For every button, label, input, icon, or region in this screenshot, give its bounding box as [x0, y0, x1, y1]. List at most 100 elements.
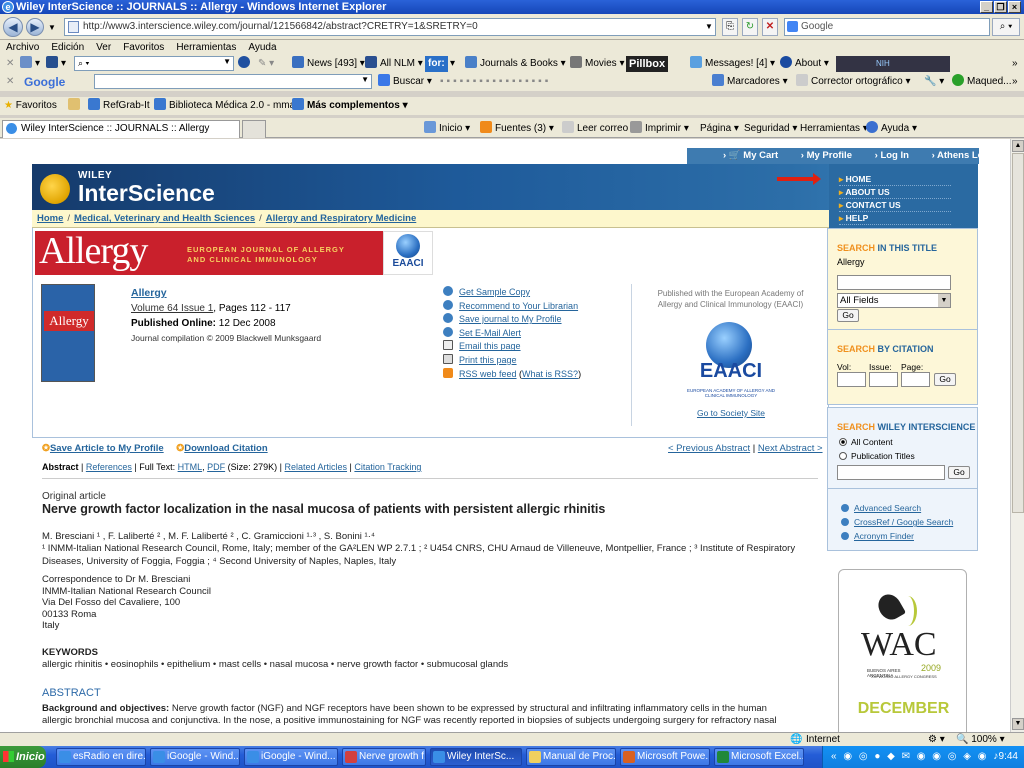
cmd-ayuda[interactable]: Ayuda ▾ — [866, 121, 917, 136]
crumb-allergy-resp[interactable]: Allergy and Respiratory Medicine — [266, 213, 416, 224]
cmd-fuentes[interactable]: Fuentes (3) ▾ — [480, 121, 554, 136]
crossref-link[interactable]: CrossRef / Google Search — [854, 517, 953, 527]
tb2-overflow-icon[interactable]: » — [1012, 74, 1018, 90]
forward-button[interactable]: ▶ — [26, 18, 44, 36]
what-is-rss[interactable]: What is RSS? — [522, 369, 578, 379]
recommend-librarian[interactable]: Recommend to Your Librarian — [459, 301, 578, 311]
search-button[interactable]: ⌕ ▾ — [992, 18, 1020, 36]
cmd-imprimir[interactable]: Imprimir ▾ — [630, 121, 689, 136]
download-citation-link[interactable]: Download Citation — [184, 443, 267, 454]
next-abstract[interactable]: Next Abstract > — [758, 443, 823, 454]
wac-advertisement[interactable]: WAC BUENOS AIRES ARGENTINA 2009 XXI WORL… — [838, 569, 967, 732]
tb-messages[interactable]: Messages! [4] ▾ — [690, 56, 775, 72]
address-bar[interactable]: http://www3.interscience.wiley.com/journ… — [64, 18, 716, 36]
google-tool-icons[interactable]: ▪▪▪▪▪▪▪▪▪▪▪▪▪▪▪▪▪ — [440, 74, 551, 90]
acronym-link[interactable]: Acronym Finder — [854, 531, 914, 541]
related-articles[interactable]: Related Articles — [285, 462, 348, 472]
task-igoogle-2[interactable]: iGoogle - Wind... — [244, 748, 338, 766]
menu-ayuda[interactable]: Ayuda — [242, 40, 282, 53]
volume-link[interactable]: Volume 64 Issue 1 — [131, 303, 213, 314]
task-nerve-growth[interactable]: Nerve growth f... — [342, 748, 426, 766]
tb-pillbox[interactable]: Pillbox — [626, 56, 669, 72]
fav-refgrab[interactable]: RefGrab-It — [88, 98, 150, 114]
google-corrector[interactable]: Corrector ortográfico ▾ — [796, 74, 911, 90]
citation-page-input[interactable] — [901, 372, 930, 387]
citation-vol-input[interactable] — [837, 372, 866, 387]
task-powerpoint[interactable]: Microsoft Powe... — [620, 748, 710, 766]
search-citation-go[interactable]: Go — [934, 373, 956, 386]
stop-icon[interactable]: ✕ — [762, 18, 778, 36]
nav-dropdown-icon[interactable]: ▼ — [48, 23, 56, 32]
protected-mode-icon[interactable]: ⚙ ▾ — [928, 734, 945, 745]
minimize-button[interactable]: _ — [980, 1, 993, 13]
tb-movies[interactable]: Movies ▾ — [570, 56, 625, 72]
cmd-leer-correo[interactable]: Leer correo — [562, 121, 628, 136]
nav-my-profile[interactable]: › My Profile — [801, 150, 862, 161]
journal-cover[interactable]: Allergy — [41, 284, 95, 382]
email-page[interactable]: Email this page — [459, 341, 521, 351]
task-igoogle-1[interactable]: iGoogle - Wind... — [150, 748, 240, 766]
search-input[interactable]: Google — [784, 18, 990, 36]
tb-search-field[interactable]: ⌕ ▾ ▼ — [74, 56, 234, 71]
search-field-select[interactable]: All Fields ▼ — [837, 293, 951, 308]
tab-abstract[interactable]: Abstract — [42, 462, 79, 472]
get-sample-copy[interactable]: Get Sample Copy — [459, 287, 530, 297]
task-manual[interactable]: Manual de Proc... — [526, 748, 616, 766]
fav-biblioteca[interactable]: Biblioteca Médica 2.0 - mma... — [154, 98, 304, 114]
scroll-down-icon[interactable]: ▼ — [1012, 718, 1024, 730]
google-marcadores[interactable]: Marcadores ▾ — [712, 74, 788, 90]
tab-references[interactable]: References — [86, 462, 132, 472]
cmd-inicio[interactable]: Inicio ▾ — [424, 121, 470, 136]
tb-pen-icon[interactable]: ✎ ▾ — [258, 56, 274, 72]
tab-active[interactable]: Wiley InterScience :: JOURNALS :: Allerg… — [2, 120, 240, 138]
close-toolbar-icon[interactable]: ✕ — [6, 56, 14, 72]
nav-my-cart[interactable]: › 🛒 My Cart — [723, 150, 788, 161]
scroll-thumb[interactable] — [1012, 153, 1024, 513]
task-excel[interactable]: Microsoft Excel... — [714, 748, 804, 766]
search-wiley-go[interactable]: Go — [948, 466, 970, 479]
journal-banner[interactable]: Allergy EUROPEAN JOURNAL OF ALLERGY AND C… — [35, 230, 383, 275]
menu-home[interactable]: HOME — [839, 173, 951, 186]
tb-overflow-icon[interactable]: » — [1012, 56, 1018, 72]
previous-abstract[interactable]: < Previous Abstract — [668, 443, 750, 454]
favoritos-button[interactable]: ★ Favoritos — [4, 98, 57, 114]
tb-news[interactable]: News [493] ▾ — [292, 56, 365, 72]
radio-publication-titles[interactable]: Publication Titles — [839, 451, 915, 461]
save-article-link[interactable]: Save Article to My Profile — [50, 443, 164, 454]
cmd-pagina[interactable]: Página ▾ — [700, 121, 739, 136]
google-maqued[interactable]: Maqued... — [952, 74, 1011, 90]
save-journal[interactable]: Save journal to My Profile — [459, 314, 562, 324]
start-button[interactable]: Inicio — [0, 746, 46, 768]
advanced-search-link[interactable]: Advanced Search — [854, 503, 921, 513]
search-wiley-input[interactable] — [837, 465, 945, 480]
google-buscar[interactable]: Buscar ▾ — [378, 74, 432, 90]
scroll-up-icon[interactable]: ▲ — [1012, 140, 1024, 152]
tb-nlm-icon[interactable]: ▾ — [46, 56, 66, 72]
menu-contact[interactable]: CONTACT US — [839, 199, 951, 212]
print-page[interactable]: Print this page — [459, 355, 517, 365]
menu-ver[interactable]: Ver — [90, 40, 117, 53]
close-button[interactable]: × — [1008, 1, 1021, 13]
crumb-medical[interactable]: Medical, Veterinary and Health Sciences — [74, 213, 255, 224]
menu-herramientas[interactable]: Herramientas — [170, 40, 242, 53]
menu-favoritos[interactable]: Favoritos — [117, 40, 170, 53]
cmd-seguridad[interactable]: Seguridad ▾ — [744, 121, 797, 136]
radio-all-content[interactable]: All Content — [839, 437, 893, 447]
fulltext-pdf[interactable]: PDF — [207, 462, 225, 472]
set-email-alert[interactable]: Set E-Mail Alert — [459, 328, 521, 338]
citation-tracking[interactable]: Citation Tracking — [354, 462, 421, 472]
maximize-button[interactable]: ❐ — [994, 1, 1007, 13]
cmd-herramientas[interactable]: Herramientas ▾ — [800, 121, 868, 136]
google-tools-icon[interactable]: 🔧 ▾ — [924, 74, 944, 90]
tb-window-icon[interactable]: ▾ — [20, 56, 40, 72]
tb-journals[interactable]: Journals & Books ▾ — [465, 56, 566, 72]
address-dropdown-icon[interactable]: ▼ — [703, 19, 715, 35]
menu-archivo[interactable]: Archivo — [0, 40, 45, 53]
menu-help[interactable]: HELP — [839, 212, 951, 225]
tb-about[interactable]: About ▾ — [780, 56, 829, 72]
journal-name-link[interactable]: Allergy — [131, 286, 321, 301]
tb-go-icon[interactable] — [238, 56, 253, 72]
wiley-globe-logo[interactable] — [40, 174, 70, 204]
nav-log-in[interactable]: › Log In — [875, 150, 919, 161]
fav-mas[interactable]: Más complementos ▾ — [292, 98, 408, 114]
